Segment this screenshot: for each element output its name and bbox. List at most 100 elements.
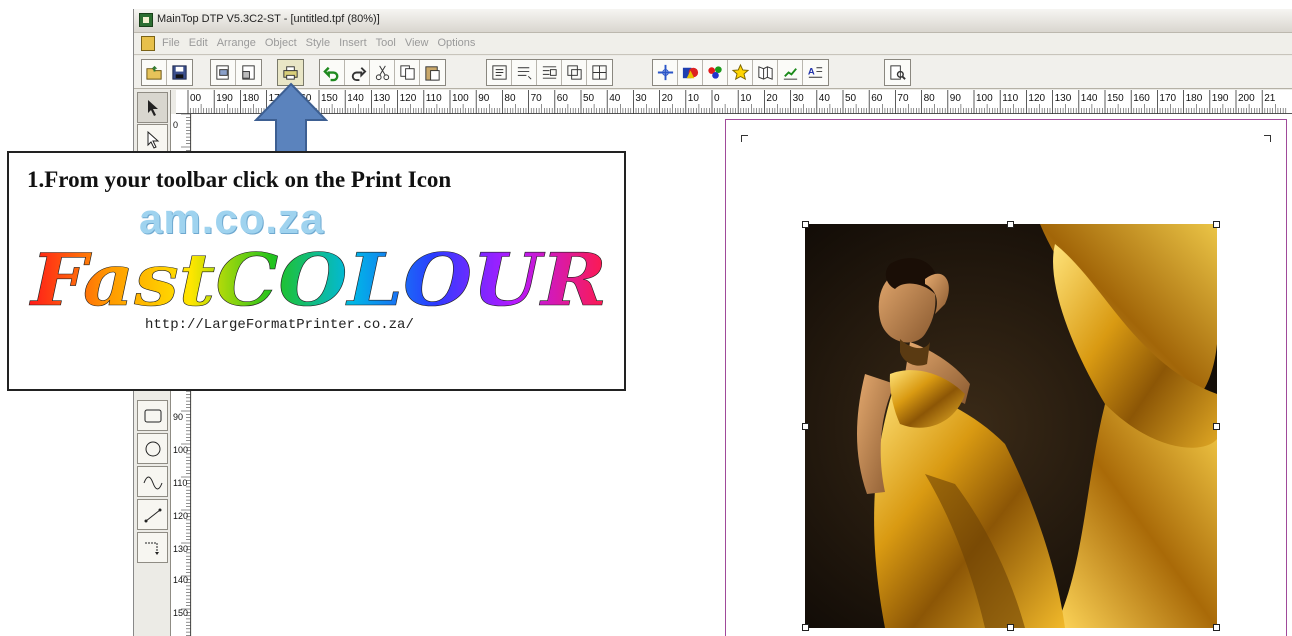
menu-arrange[interactable]: Arrange xyxy=(217,37,256,49)
open-icon[interactable] xyxy=(142,60,167,85)
ruler-label: 50 xyxy=(845,93,857,104)
toolbar-group-zoom xyxy=(884,59,911,86)
logo-url: http://LargeFormatPrinter.co.za/ xyxy=(145,317,414,333)
crop-mark-top-right xyxy=(1264,135,1271,142)
ruler-label: 90 xyxy=(173,412,183,422)
save-icon[interactable] xyxy=(167,60,192,85)
selection-handle-middle-right[interactable] xyxy=(1213,423,1220,430)
ruler-label: 140 xyxy=(173,575,188,585)
ruler-label: 40 xyxy=(819,93,831,104)
ruler-label: 120 xyxy=(1028,93,1045,104)
ruler-label: 0 xyxy=(173,120,178,130)
window-title: MainTop DTP V5.3C2-ST - [untitled.tpf (8… xyxy=(157,13,380,25)
ungroup-icon[interactable] xyxy=(587,60,612,85)
crop-mark-top-left xyxy=(741,135,748,142)
ruler-label: 120 xyxy=(173,511,188,521)
select-tool-icon[interactable] xyxy=(137,92,168,123)
paste-icon[interactable] xyxy=(420,60,445,85)
dimension-tool-icon[interactable] xyxy=(137,532,168,563)
ruler-label: 80 xyxy=(504,93,516,104)
ruler-label: 60 xyxy=(871,93,883,104)
menu-tool[interactable]: Tool xyxy=(376,37,396,49)
color-icon[interactable] xyxy=(703,60,728,85)
document-menu-icon[interactable] xyxy=(141,36,155,51)
text-flow-icon[interactable] xyxy=(512,60,537,85)
ruler-label: 60 xyxy=(557,93,569,104)
ruler-label: 90 xyxy=(950,93,962,104)
ruler-label: 70 xyxy=(531,93,543,104)
selection-handle-top-right[interactable] xyxy=(1213,221,1220,228)
text-wrap-icon[interactable] xyxy=(537,60,562,85)
ruler-label: 40 xyxy=(609,93,621,104)
ruler-label: 0 xyxy=(714,93,720,104)
ruler-label: 120 xyxy=(400,93,417,104)
star-icon[interactable] xyxy=(728,60,753,85)
title-bar: MainTop DTP V5.3C2-ST - [untitled.tpf (8… xyxy=(134,9,1292,33)
page-boundary xyxy=(725,119,1287,636)
ruler-label: 20 xyxy=(766,93,778,104)
chart-icon[interactable] xyxy=(778,60,803,85)
ruler-label: 190 xyxy=(216,93,233,104)
logo-brand-text: FastCOLOUR xyxy=(29,237,607,322)
redo-icon[interactable] xyxy=(345,60,370,85)
map-icon[interactable] xyxy=(753,60,778,85)
copy-icon[interactable] xyxy=(395,60,420,85)
fill-icon[interactable] xyxy=(678,60,703,85)
ruler-label: 110 xyxy=(173,478,187,488)
ruler-label: 90 xyxy=(478,93,490,104)
ruler-label: 160 xyxy=(1133,93,1150,104)
ruler-label: 150 xyxy=(173,608,188,618)
selection-handle-bottom-left[interactable] xyxy=(802,624,809,631)
selection-handle-bottom-right[interactable] xyxy=(1213,624,1220,631)
ruler-label: 170 xyxy=(1159,93,1176,104)
instruction-heading: 1.From your toolbar click on the Print I… xyxy=(27,167,452,192)
text-style-icon[interactable]: A xyxy=(803,60,828,85)
line-tool-icon[interactable] xyxy=(137,499,168,530)
menu-view[interactable]: View xyxy=(405,37,429,49)
gold-dress-photo[interactable] xyxy=(805,224,1217,628)
group-icon[interactable] xyxy=(562,60,587,85)
ruler-label: 180 xyxy=(1186,93,1203,104)
selection-handle-bottom-middle[interactable] xyxy=(1007,624,1014,631)
arrow-up-icon xyxy=(254,82,328,153)
horizontal-ruler: 0019018017016015014013012011010090807060… xyxy=(176,90,1292,114)
rectangle-tool-icon[interactable] xyxy=(137,400,168,431)
selection-handle-top-middle[interactable] xyxy=(1007,221,1014,228)
app-icon xyxy=(139,13,153,27)
ruler-label: 110 xyxy=(426,93,442,104)
toolbar-group-effects: A xyxy=(652,59,829,86)
move-icon[interactable] xyxy=(653,60,678,85)
ruler-label: 50 xyxy=(583,93,595,104)
ruler-label: 00 xyxy=(190,93,202,104)
menu-edit[interactable]: Edit xyxy=(189,37,208,49)
fastcolour-logo: am.co.za FastCOLOUR http://LargeFormatPr… xyxy=(25,195,617,339)
menu-object[interactable]: Object xyxy=(265,37,297,49)
menu-bar: File Edit Arrange Object Style Insert To… xyxy=(134,33,1292,55)
ruler-label: 140 xyxy=(1081,93,1098,104)
text-frame-icon[interactable] xyxy=(487,60,512,85)
menu-style[interactable]: Style xyxy=(306,37,330,49)
toolbar-group-file xyxy=(141,59,193,86)
import-icon[interactable] xyxy=(211,60,236,85)
menu-options[interactable]: Options xyxy=(437,37,475,49)
ruler-label: 80 xyxy=(924,93,936,104)
menu-file[interactable]: File xyxy=(162,37,180,49)
ruler-label: 200 xyxy=(1238,93,1255,104)
ellipse-tool-icon[interactable] xyxy=(137,433,168,464)
cut-icon[interactable] xyxy=(370,60,395,85)
selection-handle-middle-left[interactable] xyxy=(802,423,809,430)
ruler-label: 20 xyxy=(662,93,674,104)
zoom-page-icon[interactable] xyxy=(885,60,910,85)
menu-insert[interactable]: Insert xyxy=(339,37,367,49)
svg-text:A: A xyxy=(808,66,815,77)
ruler-label: 100 xyxy=(976,93,993,104)
ruler-label: 150 xyxy=(1107,93,1124,104)
toolbar-group-edit xyxy=(319,59,446,86)
selection-handle-top-left[interactable] xyxy=(802,221,809,228)
ruler-label: 70 xyxy=(897,93,909,104)
ruler-label: 100 xyxy=(452,93,469,104)
curve-tool-icon[interactable] xyxy=(137,466,168,497)
ruler-label: 21 xyxy=(1264,93,1276,104)
ruler-label: 130 xyxy=(173,544,188,554)
ruler-label: 10 xyxy=(688,93,700,104)
